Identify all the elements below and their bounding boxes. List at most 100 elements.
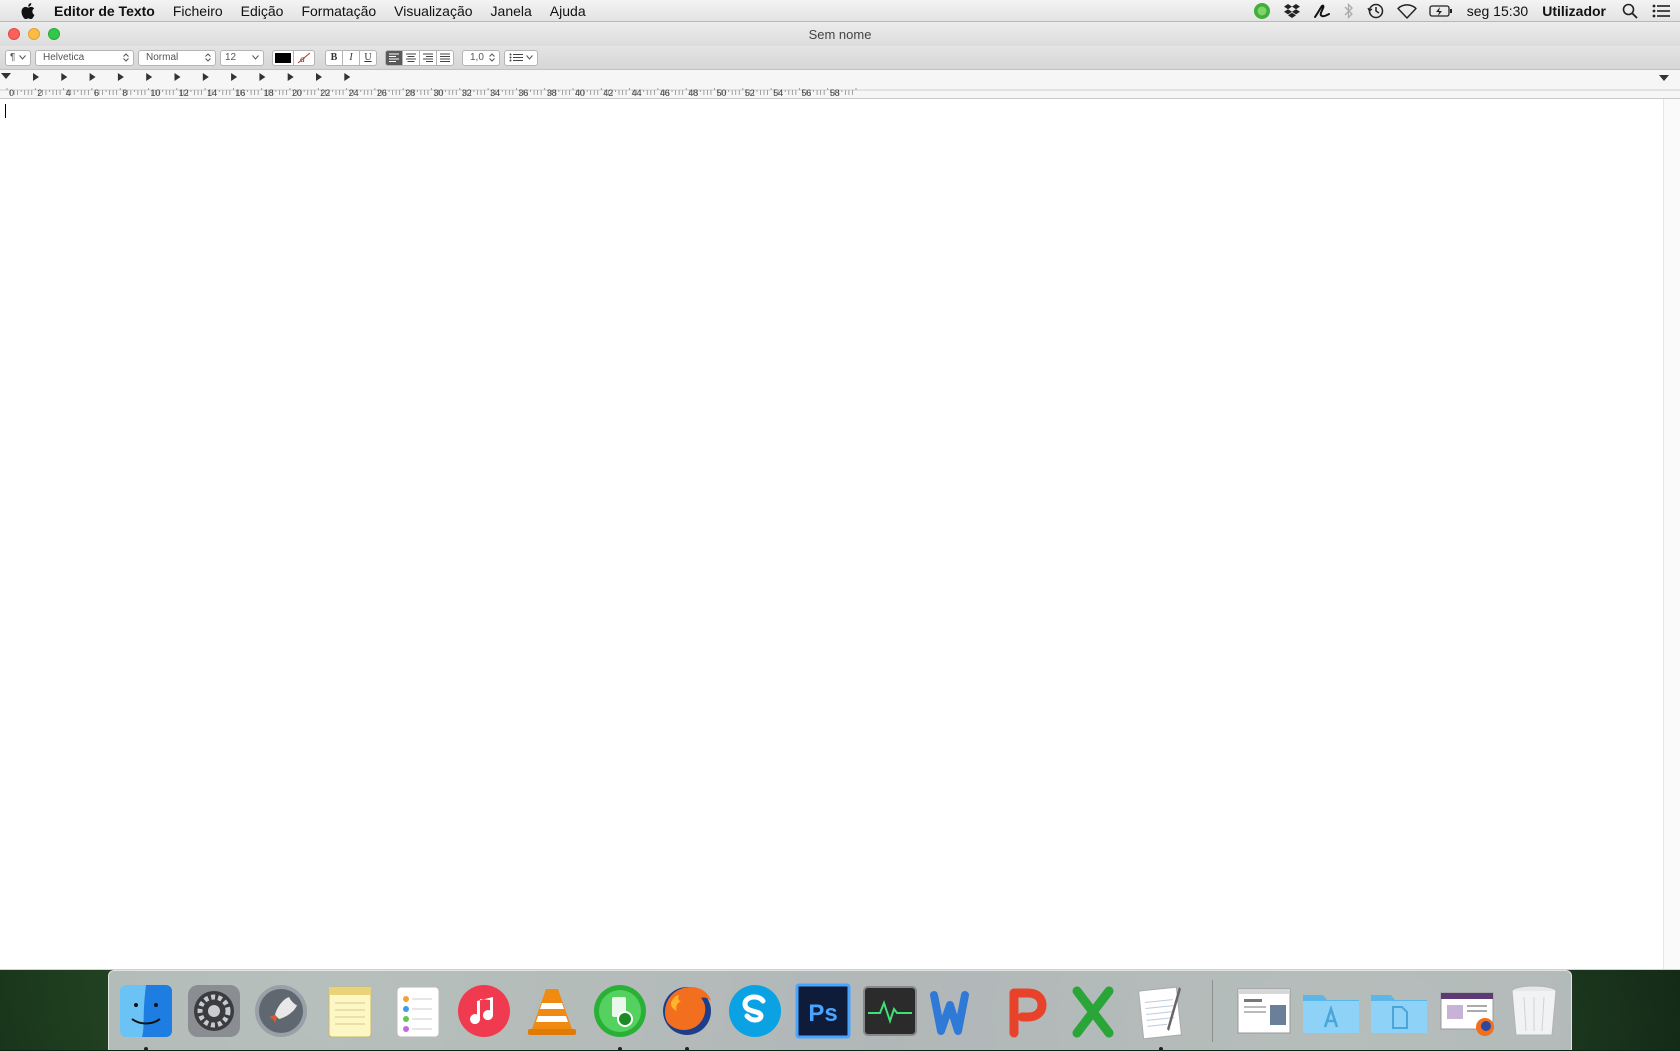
menu-formatacao[interactable]: Formatação [301, 3, 376, 19]
align-center-button[interactable] [402, 49, 420, 66]
zoom-button[interactable] [48, 28, 60, 40]
align-right-button[interactable] [419, 49, 437, 66]
tab-stop-marker[interactable] [174, 73, 181, 81]
dock-reminders[interactable] [386, 980, 448, 1042]
menu-clock[interactable]: seg 15:30 [1467, 3, 1529, 19]
menu-ajuda[interactable]: Ajuda [550, 3, 586, 19]
tab-stop-marker[interactable] [259, 73, 266, 81]
dock-itunes[interactable] [453, 980, 515, 1042]
dock-network-app[interactable] [589, 980, 651, 1051]
highlight-color-well[interactable]: a [293, 49, 315, 66]
textedit-window: Sem nome ¶ Helvetica Normal 12 a B I U [0, 22, 1680, 970]
apple-menu-icon[interactable] [18, 1, 38, 21]
dock-firefox[interactable] [656, 980, 718, 1051]
green-status-icon[interactable] [1253, 2, 1271, 20]
document-text-area[interactable] [0, 99, 1664, 969]
font-style-popup[interactable]: Normal [138, 49, 216, 66]
window-titlebar[interactable]: Sem nome [0, 22, 1680, 46]
dock-excel[interactable] [1062, 980, 1124, 1042]
dock-notes[interactable] [318, 980, 380, 1042]
dock-document-preview[interactable] [1233, 980, 1295, 1042]
menu-user[interactable]: Utilizador [1542, 3, 1606, 19]
italic-button[interactable]: I [342, 49, 360, 66]
tab-stop-marker[interactable] [89, 73, 96, 81]
list-bullets-popup[interactable] [504, 49, 538, 66]
font-size-combo[interactable]: 12 [220, 49, 264, 66]
tab-stop-marker[interactable] [202, 73, 209, 81]
acrobat-icon[interactable] [1313, 3, 1331, 19]
menu-app-name[interactable]: Editor de Texto [54, 3, 155, 19]
align-justify-button[interactable] [436, 49, 454, 66]
dock-launchpad[interactable] [250, 980, 312, 1042]
underline-button[interactable]: U [359, 49, 377, 66]
chevron-down-icon [526, 55, 533, 60]
vlc-icon [527, 988, 576, 1035]
ruler-scale[interactable]: 0 2 4 6 8 10 12 14 16 18 20 22 24 26 28 30 32 34 36 38 40 42 4… [0, 70, 1680, 98]
font-family-popup[interactable]: Helvetica [35, 49, 134, 66]
dock-downloads-stack[interactable] [1436, 980, 1498, 1042]
tab-stop-marker[interactable] [33, 73, 39, 81]
menu-edicao[interactable]: Edição [241, 3, 284, 19]
tab-stop-marker[interactable] [316, 73, 322, 81]
wifi-icon[interactable] [1397, 3, 1417, 19]
close-button[interactable] [8, 28, 20, 40]
minimize-button[interactable] [28, 28, 40, 40]
battery-charging-icon[interactable] [1429, 4, 1453, 18]
tab-stop-marker[interactable] [231, 73, 238, 81]
paragraph-style-popup[interactable]: ¶ [5, 49, 31, 66]
ruler-label: 12 [179, 88, 189, 98]
spotlight-search-icon[interactable] [1622, 3, 1638, 19]
word-icon [929, 990, 969, 1035]
dock-textedit[interactable] [1130, 980, 1192, 1051]
ruler[interactable]: 0 2 4 6 8 10 12 14 16 18 20 22 24 26 28 30 32 34 36 38 40 42 4… [0, 70, 1680, 99]
menu-visualizacao[interactable]: Visualização [394, 3, 472, 19]
tab-stop-marker[interactable] [117, 73, 124, 81]
textedit-icon [1137, 986, 1182, 1039]
notes-icon [328, 986, 372, 1037]
excel-icon [1072, 986, 1114, 1037]
dock-photoshop[interactable]: Ps [792, 980, 854, 1042]
dock-activity-monitor[interactable] [859, 980, 921, 1042]
dock-word[interactable] [927, 980, 989, 1042]
tab-stop-marker[interactable] [344, 73, 351, 81]
tab-stop-marker[interactable] [287, 73, 294, 81]
alignment-buttons [385, 49, 454, 66]
dock-applications-folder[interactable] [1300, 980, 1362, 1042]
dock-documents-folder[interactable] [1368, 980, 1430, 1042]
notification-center-icon[interactable] [1652, 4, 1670, 18]
first-line-indent-marker[interactable] [1, 73, 11, 79]
chevron-down-icon [19, 55, 26, 60]
dock-powerpoint[interactable] [995, 980, 1057, 1042]
ruler-label: 0 [9, 88, 14, 98]
bold-button[interactable]: B [325, 49, 343, 66]
tab-stop-marker[interactable] [146, 73, 153, 81]
text-color-well[interactable] [272, 49, 294, 66]
menu-ficheiro[interactable]: Ficheiro [173, 3, 223, 19]
window-title: Sem nome [808, 26, 872, 42]
ruler-label: 26 [377, 88, 387, 98]
ruler-label: 14 [207, 88, 217, 98]
menu-janela[interactable]: Janela [491, 3, 532, 19]
photoshop-label: Ps [808, 1000, 837, 1027]
ruler-label: 24 [349, 88, 359, 98]
bluetooth-icon[interactable] [1343, 2, 1355, 19]
dock-vlc[interactable] [521, 980, 583, 1042]
align-left-button[interactable] [385, 49, 403, 66]
font-size-value[interactable]: 12 [225, 52, 236, 63]
right-indent-marker[interactable] [1659, 75, 1669, 81]
dock-trash[interactable] [1503, 980, 1565, 1042]
vertical-scrollbar[interactable] [1663, 99, 1680, 969]
system-preferences-icon [187, 984, 240, 1037]
dock-system-preferences[interactable] [183, 980, 245, 1042]
ruler-label: 28 [405, 88, 415, 98]
ruler-label: 18 [264, 88, 274, 98]
dropbox-icon[interactable] [1283, 3, 1301, 19]
dock-finder[interactable] [115, 980, 177, 1051]
up-down-arrows-icon [123, 53, 129, 62]
ruler-label: 36 [518, 88, 528, 98]
time-machine-icon[interactable] [1367, 2, 1385, 20]
tab-stop-marker[interactable] [61, 73, 68, 81]
powerpoint-icon [1009, 988, 1047, 1037]
line-spacing-popup[interactable]: 1,0 [462, 49, 500, 66]
dock-skype[interactable] [724, 980, 786, 1042]
